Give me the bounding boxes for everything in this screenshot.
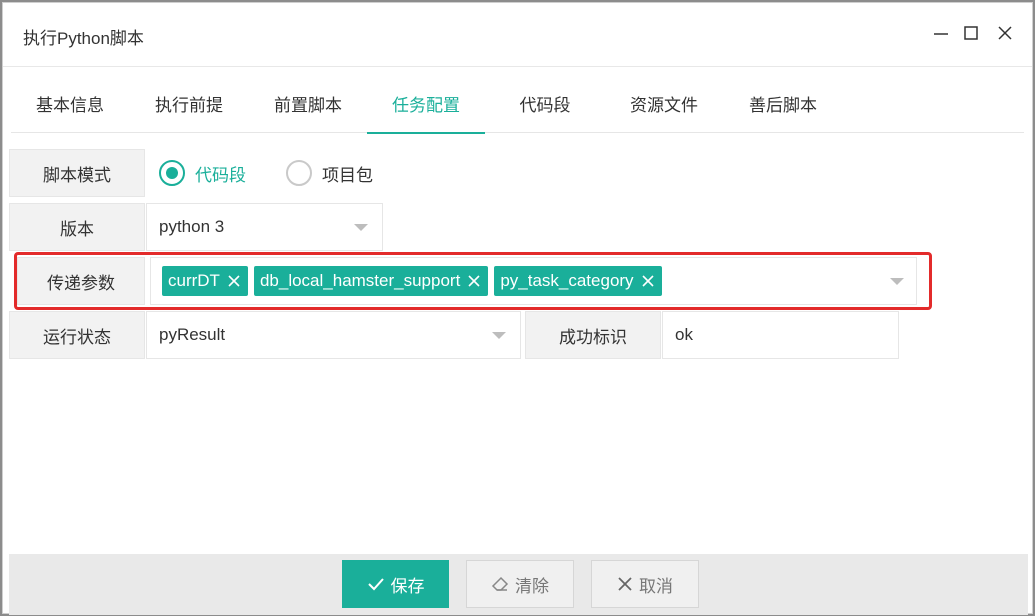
tab-resource-files[interactable]: 资源文件 (605, 79, 723, 133)
clear-label: 清除 (515, 576, 549, 596)
version-label: 版本 (9, 203, 145, 251)
success-flag-value: ok (675, 325, 693, 344)
success-flag-input[interactable]: ok (662, 311, 899, 359)
cancel-label: 取消 (639, 576, 673, 596)
param-tag-label: db_local_hamster_support (259, 271, 461, 290)
run-status-value: pyResult (159, 325, 226, 344)
minimize-icon (934, 33, 948, 35)
radio-code-segment-label: 代码段 (195, 165, 246, 185)
remove-tag-icon[interactable] (468, 275, 480, 287)
chevron-down-icon (890, 278, 904, 285)
radio-project-package-label: 项目包 (322, 165, 373, 185)
clear-button[interactable]: 清除 (466, 560, 574, 608)
tab-basic-info[interactable]: 基本信息 (11, 79, 129, 133)
radio-project-package[interactable]: 项目包 (286, 160, 373, 186)
run-status-label: 运行状态 (9, 311, 145, 359)
close-icon (617, 576, 633, 592)
maximize-button[interactable] (961, 23, 981, 43)
cancel-button[interactable]: 取消 (591, 560, 699, 608)
remove-tag-icon[interactable] (641, 275, 654, 287)
tab-code-segment[interactable]: 代码段 (485, 79, 605, 133)
success-flag-label: 成功标识 (525, 311, 661, 359)
window-title: 执行Python脚本 (23, 29, 144, 48)
param-tag: py_task_category (494, 266, 662, 296)
tab-pre-script[interactable]: 前置脚本 (249, 79, 367, 133)
tab-post-script[interactable]: 善后脚本 (723, 79, 843, 133)
chevron-down-icon (492, 332, 506, 339)
minimize-button[interactable] (931, 23, 951, 43)
param-tag-label: py_task_category (500, 271, 634, 290)
chevron-down-icon (354, 224, 368, 231)
param-tag: currDT (162, 266, 248, 296)
params-multiselect[interactable]: currDT db_local_hamster_support py_task_… (150, 257, 917, 305)
script-mode-radio-group: 代码段 项目包 (159, 149, 413, 197)
close-button[interactable] (995, 23, 1015, 43)
save-label: 保存 (390, 576, 425, 596)
param-tag-label: currDT (168, 271, 220, 290)
version-select[interactable]: python 3 (146, 203, 383, 251)
version-value: python 3 (159, 217, 225, 236)
radio-checked-icon (159, 160, 185, 186)
params-tag-list: currDT db_local_hamster_support py_task_… (162, 266, 662, 296)
title-bar: 执行Python脚本 (3, 3, 1032, 67)
params-label: 传递参数 (17, 257, 145, 305)
radio-code-segment[interactable]: 代码段 (159, 160, 246, 186)
radio-unchecked-icon (286, 160, 312, 186)
close-icon (998, 26, 1012, 40)
tab-precondition[interactable]: 执行前提 (129, 79, 249, 133)
tab-task-config[interactable]: 任务配置 (367, 79, 485, 134)
dialog: 执行Python脚本 基本信息 执行前提 前置脚本 任务配置 代码段 资源文件 … (2, 2, 1033, 615)
footer-bar: 保存 清除 取消 (9, 554, 1028, 615)
tab-bar: 基本信息 执行前提 前置脚本 任务配置 代码段 资源文件 善后脚本 (11, 79, 1024, 134)
remove-tag-icon[interactable] (228, 275, 240, 287)
eraser-icon (491, 575, 509, 593)
maximize-icon (964, 26, 978, 40)
script-mode-label: 脚本模式 (9, 149, 145, 197)
run-status-select[interactable]: pyResult (146, 311, 521, 359)
save-button[interactable]: 保存 (342, 560, 449, 608)
param-tag: db_local_hamster_support (253, 266, 489, 296)
check-icon (367, 575, 385, 593)
